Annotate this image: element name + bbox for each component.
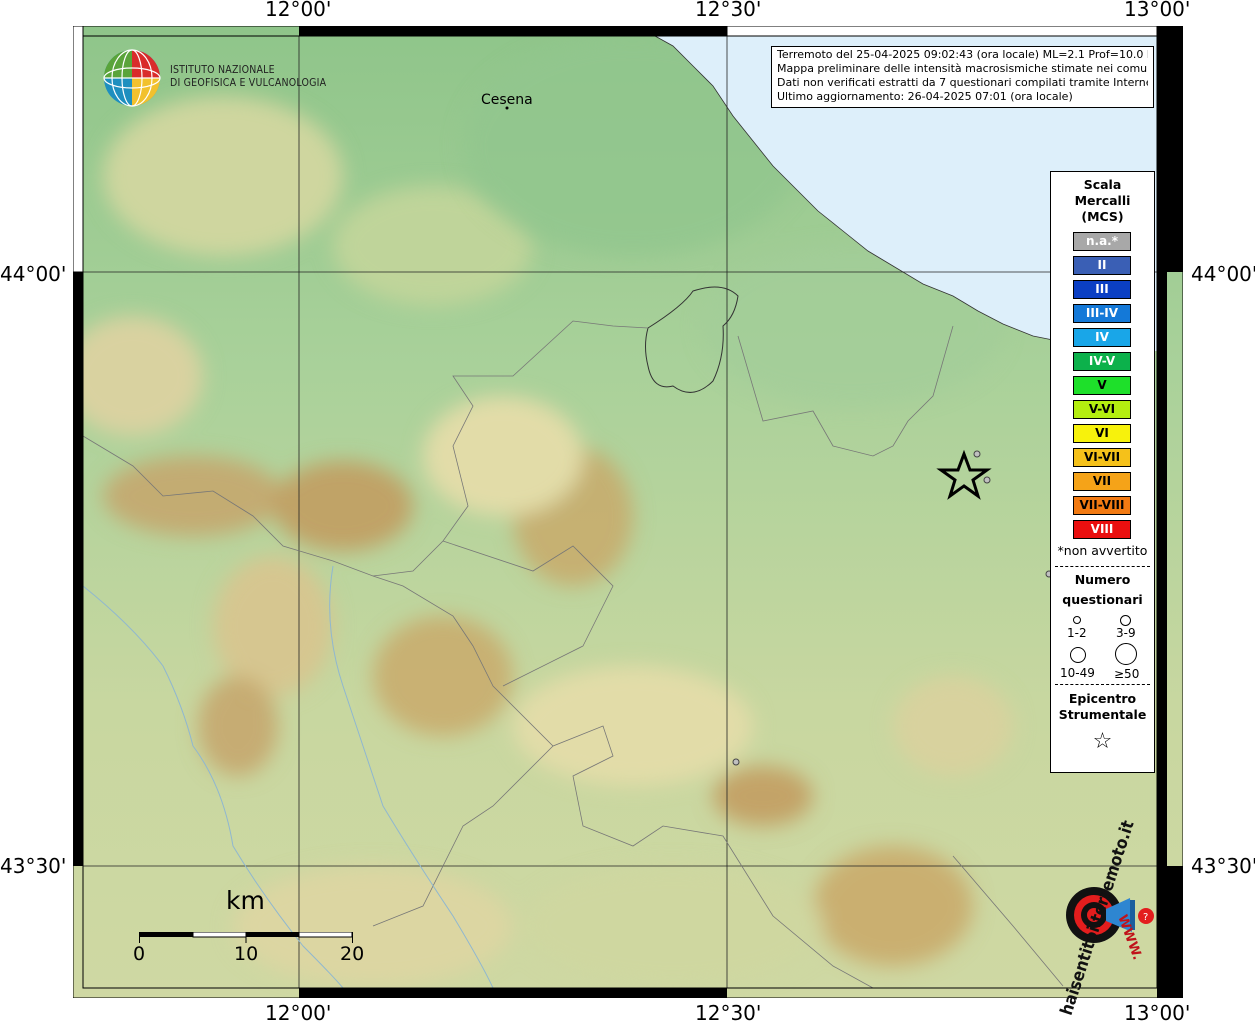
- intensity-swatch: III-IV: [1073, 304, 1131, 323]
- event-info-line: Dati non verificati estratti da 7 questi…: [777, 76, 1148, 89]
- legend-panel: Scala Mercalli (MCS) n.a.* II III III-IV IV I…: [1050, 171, 1155, 773]
- legend-title-line: (MCS): [1081, 209, 1124, 224]
- bottom-tick-label: 12°30': [695, 1001, 762, 1025]
- scale-row: VII: [1051, 472, 1154, 496]
- intensity-swatch: VI: [1073, 424, 1131, 443]
- intensity-swatch: VII-VIII: [1073, 496, 1131, 515]
- ingv-name-line1: ISTITUTO NAZIONALE: [170, 64, 275, 76]
- intensity-swatch: III: [1073, 280, 1131, 299]
- map-frame: [73, 26, 1183, 998]
- scale-unit: km: [226, 886, 265, 915]
- scale-row: VII-VIII: [1051, 496, 1154, 520]
- scale-row: VIII: [1051, 520, 1154, 544]
- scale-bar: [139, 929, 353, 943]
- event-info-line: Mappa preliminare delle intensità macros…: [777, 62, 1148, 75]
- legend-title-line: Numero: [1074, 572, 1131, 587]
- count-circle-medium: [1120, 615, 1131, 626]
- scale-row: II: [1051, 256, 1154, 280]
- scale-label: 20: [340, 943, 365, 965]
- scale-row: III: [1051, 280, 1154, 304]
- left-tick-label: 43°30': [0, 854, 67, 878]
- scale-row: IV-V: [1051, 352, 1154, 376]
- top-tick-label: 12°00': [265, 0, 332, 21]
- scale-row: IV: [1051, 328, 1154, 352]
- intensity-swatch: V-VI: [1073, 400, 1131, 419]
- count-circle-xlarge: [1115, 643, 1137, 665]
- top-tick-label: 12°30': [695, 0, 762, 21]
- questionnaire-point: [732, 758, 740, 766]
- intensity-swatch: VII: [1073, 472, 1131, 491]
- intensity-swatch: VI-VII: [1073, 448, 1131, 467]
- left-tick-label: 44°00': [0, 262, 67, 286]
- scale-row: VI-VII: [1051, 448, 1154, 472]
- right-tick-label: 44°00': [1191, 262, 1255, 286]
- ingv-globe-icon: [102, 48, 162, 108]
- event-info-line: Terremoto del 25-04-2025 09:02:43 (ora l…: [777, 48, 1148, 61]
- intensity-swatch: n.a.*: [1073, 232, 1131, 251]
- intensity-swatch: IV-V: [1073, 352, 1131, 371]
- legend-separator: [1055, 566, 1150, 567]
- count-label: 3-9: [1116, 626, 1136, 640]
- bottom-tick-label: 12°00': [265, 1001, 332, 1025]
- intensity-swatch: VIII: [1073, 520, 1131, 539]
- legend-title-line: Strumentale: [1058, 707, 1147, 722]
- relief-map: [73, 26, 1183, 998]
- svg-text:?: ?: [1143, 912, 1148, 923]
- event-info-box: Terremoto del 25-04-2025 09:02:43 (ora l…: [771, 46, 1154, 108]
- place-label-cesena: Cesena: [481, 92, 533, 108]
- legend-title-line: questionari: [1062, 592, 1143, 607]
- questionnaire-count-legend: 1-2 3-9 10-49 ≥50: [1051, 610, 1154, 682]
- scale-label: 10: [234, 943, 259, 965]
- event-info-line: Ultimo aggiornamento: 26-04-2025 07:01 (…: [777, 90, 1073, 103]
- questionnaire-count-title: Numero questionari: [1051, 570, 1154, 610]
- scale-row: V-VI: [1051, 400, 1154, 424]
- star-icon: ☆: [1092, 729, 1113, 754]
- legend-title-line: Mercalli: [1074, 193, 1131, 208]
- count-label: 1-2: [1067, 626, 1087, 640]
- intensity-scale: n.a.* II III III-IV IV IV-V V V-VI VI VI-VII VII VI…: [1051, 232, 1154, 544]
- count-label: 10-49: [1060, 666, 1095, 680]
- epicentre-title: Epicentro Strumentale: [1051, 691, 1154, 723]
- top-tick-label: 13°00': [1124, 0, 1191, 21]
- legend-separator: [1055, 684, 1150, 685]
- count-circle-large: [1070, 647, 1086, 663]
- right-tick-label: 43°30': [1191, 854, 1255, 878]
- scale-row: VI: [1051, 424, 1154, 448]
- questionnaire-point: [973, 450, 981, 458]
- scale-row: V: [1051, 376, 1154, 400]
- count-circle-small: [1073, 616, 1081, 624]
- count-label: ≥50: [1114, 667, 1140, 681]
- bottom-tick-label: 13°00': [1124, 1001, 1191, 1025]
- questionnaire-point: [983, 476, 991, 484]
- legend-title-line: Epicentro: [1068, 691, 1137, 706]
- ingv-name: ISTITUTO NAZIONALE DI GEOFISICA E VULCAN…: [170, 64, 326, 90]
- intensity-swatch: IV: [1073, 328, 1131, 347]
- intensity-swatch: V: [1073, 376, 1131, 395]
- intensity-swatch: II: [1073, 256, 1131, 275]
- scale-label: 0: [133, 943, 146, 965]
- legend-title-line: Scala: [1083, 177, 1122, 192]
- scale-row: n.a.*: [1051, 232, 1154, 256]
- ingv-name-line2: DI GEOFISICA E VULCANOLOGIA: [170, 77, 327, 89]
- legend-note: *non avvertito: [1057, 543, 1148, 558]
- scale-row: III-IV: [1051, 304, 1154, 328]
- legend-title: Scala Mercalli (MCS): [1051, 177, 1154, 225]
